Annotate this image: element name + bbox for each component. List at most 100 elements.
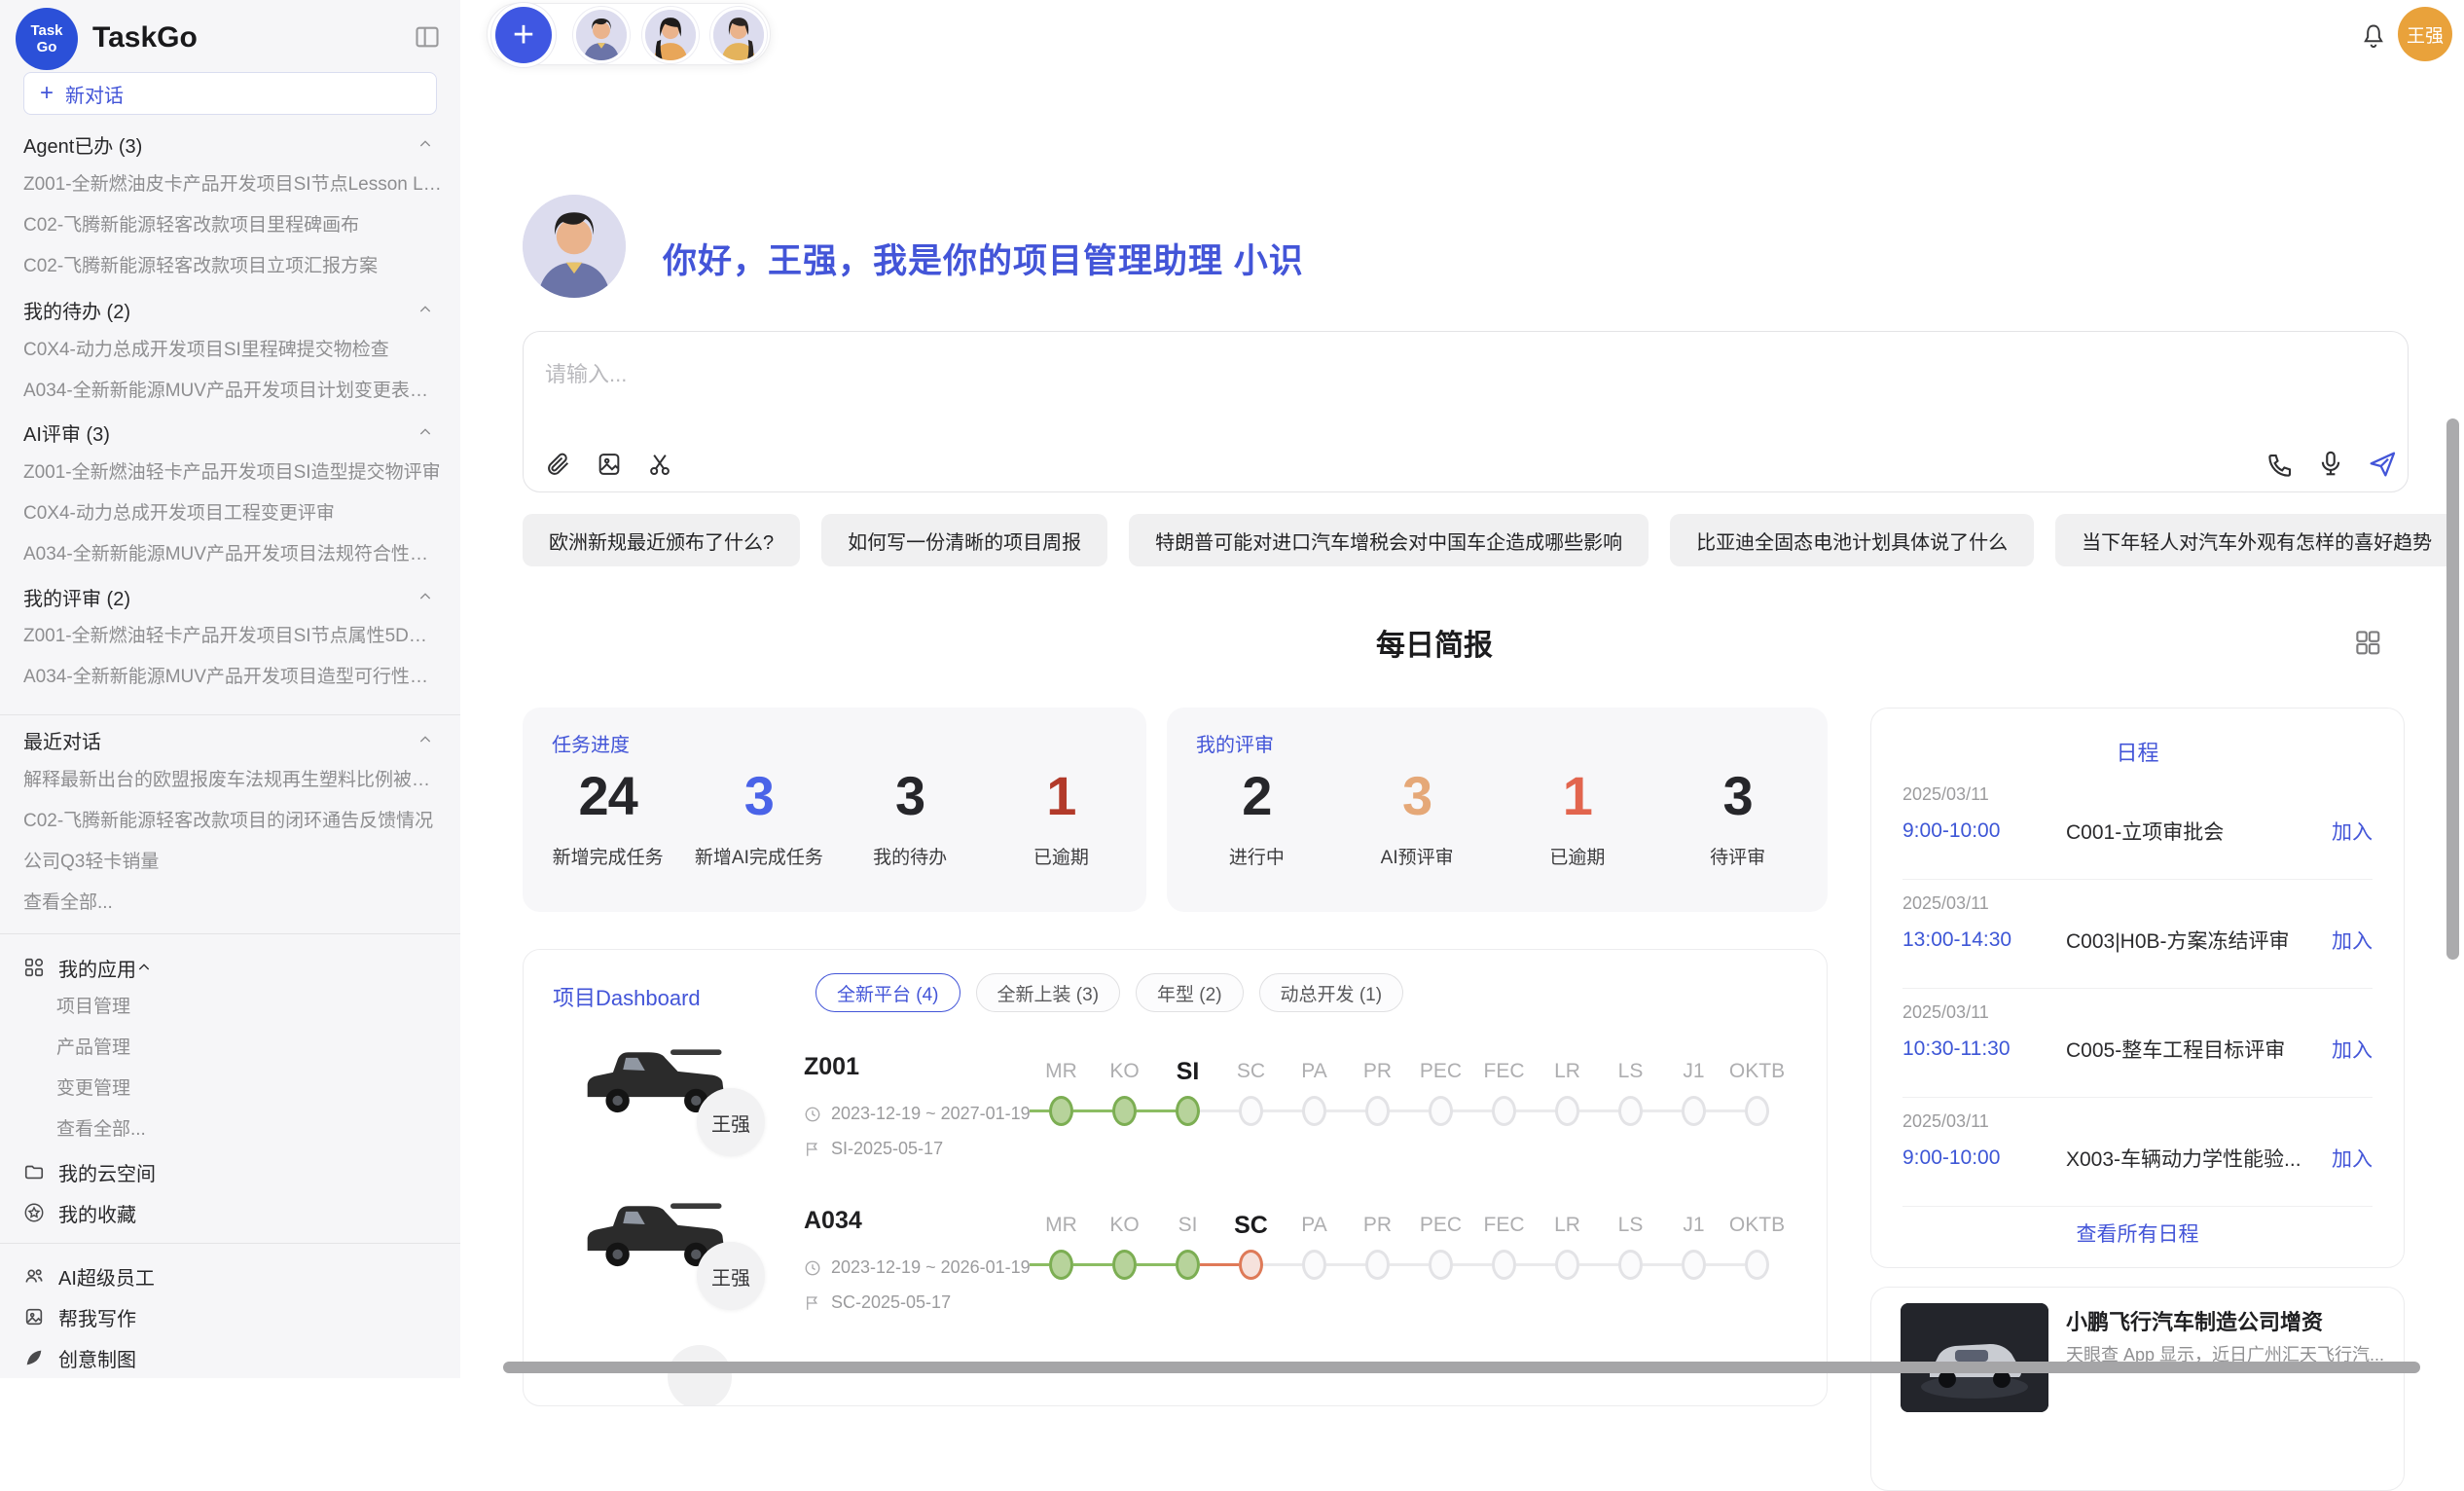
notification-bell-icon[interactable] (2360, 21, 2387, 51)
list-item[interactable]: Z001-全新燃油轻卡产品开发项目SI节点属性5D文件评审 (23, 616, 445, 657)
section-my-review[interactable]: 我的评审 (2) (23, 576, 445, 617)
list-item[interactable]: Z001-全新燃油轻卡产品开发项目SI造型提交物评审 (23, 453, 445, 493)
milestone-node (1049, 1250, 1073, 1280)
agent-avatar-3[interactable] (710, 7, 767, 63)
chevron-up-icon[interactable] (417, 136, 433, 152)
mic-icon[interactable] (2316, 449, 2345, 478)
image-icon[interactable] (596, 451, 623, 478)
schedule-event-title: C001-立项审批会 (2066, 817, 2318, 846)
schedule-item[interactable]: 2025/03/11 9:00-10:00 C001-立项审批会 加入 (1902, 771, 2373, 880)
add-agent-button[interactable]: + (495, 7, 552, 63)
new-chat-label: 新对话 (65, 80, 124, 108)
app-title: TaskGo (92, 21, 198, 55)
list-item[interactable]: Z001-全新燃油皮卡产品开发项目SI节点Lesson Learn报告 (23, 164, 445, 205)
phone-icon[interactable] (2265, 451, 2295, 480)
sidebar-item-favorites[interactable]: 我的收藏 (23, 1192, 445, 1233)
list-item[interactable]: A034-全新新能源MUV产品开发项目法规符合性评审 (23, 534, 445, 575)
stat-ai-prereview: 3 AI预评审 (1337, 764, 1498, 869)
agent-avatar-1[interactable] (573, 7, 630, 63)
milestone-ko: KO (1093, 1041, 1156, 1127)
tab-year-model[interactable]: 年型 (2) (1136, 973, 1244, 1012)
user-avatar[interactable]: 王强 (2398, 7, 2452, 61)
suggestion-chip[interactable]: 比亚迪全固态电池计划具体说了什么 (1670, 514, 2034, 566)
agent-avatar-2[interactable] (642, 7, 699, 63)
section-my-todo[interactable]: 我的待办 (2) (23, 289, 445, 330)
chevron-up-icon[interactable] (417, 589, 433, 604)
suggestion-chips: 欧洲新规最近颁布了什么? 如何写一份清晰的项目周报 特朗普可能对进口汽车增税会对… (523, 514, 2458, 566)
list-item[interactable]: 公司Q3轻卡销量 (23, 842, 445, 883)
tab-powertrain[interactable]: 动总开发 (1) (1259, 973, 1404, 1012)
vertical-scrollbar[interactable] (2446, 418, 2459, 960)
milestone-ls: LS (1599, 1041, 1662, 1127)
section-agent-done[interactable]: Agent已办 (3) (23, 124, 445, 164)
schedule-item[interactable]: 2025/03/11 10:30-11:30 C005-整车工程目标评审 加入 (1902, 989, 2373, 1098)
schedule-date: 2025/03/11 (1902, 1002, 2373, 1023)
suggestion-chip[interactable]: 欧洲新规最近颁布了什么? (523, 514, 800, 566)
schedule-item[interactable]: 2025/03/11 13:00-14:30 C003|H0B-方案冻结评审 加… (1902, 880, 2373, 989)
schedule-title: 日程 (1871, 736, 2404, 771)
assistant-greeting: 你好，王强，我是你的项目管理助理 小识 (663, 234, 1304, 283)
milestone-j1: J1 (1662, 1041, 1725, 1127)
join-link[interactable]: 加入 (2332, 1144, 2373, 1173)
list-item[interactable]: C02-飞腾新能源轻客改款项目立项汇报方案 (23, 246, 445, 287)
view-all-schedule[interactable]: 查看所有日程 (1871, 1218, 2404, 1248)
milestone-node (1365, 1096, 1390, 1126)
tab-new-body[interactable]: 全新上装 (3) (976, 973, 1121, 1012)
attachment-icon[interactable] (545, 451, 572, 478)
chevron-up-icon[interactable] (417, 424, 433, 440)
dashboard-title: 项目Dashboard (553, 981, 701, 1012)
section-recent-chats[interactable]: 最近对话 (23, 719, 445, 760)
join-link[interactable]: 加入 (2332, 1035, 2373, 1064)
list-item[interactable]: C0X4-动力总成开发项目工程变更评审 (23, 493, 445, 534)
suggestion-chip[interactable]: 当下年轻人对汽车外观有怎样的喜好趋势 (2055, 514, 2458, 566)
section-ai-review[interactable]: AI评审 (3) (23, 412, 445, 453)
news-card[interactable]: 小鹏飞行汽车制造公司增资 天眼查 App 显示，近日广州汇天飞行汽... (1870, 1287, 2405, 1491)
send-icon[interactable] (2367, 449, 2398, 480)
stat-to-review: 3 待评审 (1657, 764, 1818, 869)
sidebar-item-product-mgmt[interactable]: 产品管理 (23, 1028, 445, 1069)
schedule-item[interactable]: 2025/03/11 9:00-10:00 X003-车辆动力学性能验... 加… (1902, 1098, 2373, 1207)
daily-briefing-title: 每日简报 (460, 621, 2409, 664)
list-item[interactable]: C02-飞腾新能源轻客改款项目的闭环通告反馈情况 (23, 801, 445, 842)
sidebar-item-help-me-write[interactable]: 帮我写作 (23, 1296, 445, 1337)
chevron-up-icon[interactable] (136, 960, 152, 975)
stat-in-progress: 2 进行中 (1177, 764, 1337, 869)
view-all-apps[interactable]: 查看全部... (23, 1109, 445, 1150)
chevron-up-icon[interactable] (417, 732, 433, 747)
new-chat-button[interactable]: + 新对话 (23, 72, 437, 115)
schedule-date: 2025/03/11 (1902, 784, 2373, 805)
project-dates: 2023-12-19 ~ 2026-01-19 (804, 1257, 1031, 1278)
sidebar-collapse-icon[interactable] (413, 23, 442, 51)
milestone-mr: MR (1030, 1041, 1093, 1127)
chevron-up-icon[interactable] (417, 302, 433, 317)
stat-overdue: 1 已逾期 (986, 764, 1137, 869)
list-item[interactable]: A034-全新新能源MUV产品开发项目造型可行性评审 (23, 657, 445, 698)
milestone-sc: SC (1219, 1195, 1283, 1281)
join-link[interactable]: 加入 (2332, 926, 2373, 955)
project-row[interactable]: 王强 Z001 2023-12-19 ~ 2027-01-19 SI-2025-… (524, 1032, 1827, 1180)
suggestion-chip[interactable]: 特朗普可能对进口汽车增税会对中国车企造成哪些影响 (1129, 514, 1649, 566)
sidebar-item-creative-drawing[interactable]: 创意制图 (23, 1337, 445, 1378)
join-link[interactable]: 加入 (2332, 817, 2373, 846)
suggestion-chip[interactable]: 如何写一份清晰的项目周报 (821, 514, 1107, 566)
assistant-avatar (523, 195, 626, 298)
list-item[interactable]: C0X4-动力总成开发项目SI里程碑提交物检查 (23, 330, 445, 371)
section-my-apps[interactable]: 我的应用 (23, 947, 445, 988)
chat-input[interactable] (545, 355, 2005, 394)
project-row[interactable]: 王强 A034 2023-12-19 ~ 2026-01-19 SC-2025-… (524, 1185, 1827, 1333)
list-item[interactable]: C02-飞腾新能源轻客改款项目里程碑画布 (23, 205, 445, 246)
milestone-node (1745, 1250, 1769, 1280)
sidebar-item-project-mgmt[interactable]: 项目管理 (23, 987, 445, 1028)
milestone-node (1555, 1250, 1579, 1280)
divider (0, 933, 460, 934)
layout-grid-icon[interactable] (2353, 628, 2382, 657)
list-item[interactable]: A034-全新新能源MUV产品开发项目计划变更表编写 (23, 371, 445, 412)
list-item[interactable]: 解释最新出台的欧盟报废车法规再生塑料比例被调至15%... (23, 760, 445, 801)
scissors-icon[interactable] (646, 451, 673, 478)
horizontal-scrollbar[interactable] (503, 1362, 2420, 1373)
tab-new-platform[interactable]: 全新平台 (4) (815, 973, 960, 1012)
sidebar-item-cloud-space[interactable]: 我的云空间 (23, 1151, 445, 1192)
sidebar-item-ai-super-staff[interactable]: AI超级员工 (23, 1255, 445, 1296)
sidebar-item-change-mgmt[interactable]: 变更管理 (23, 1069, 445, 1109)
view-all-recent[interactable]: 查看全部... (23, 883, 445, 924)
